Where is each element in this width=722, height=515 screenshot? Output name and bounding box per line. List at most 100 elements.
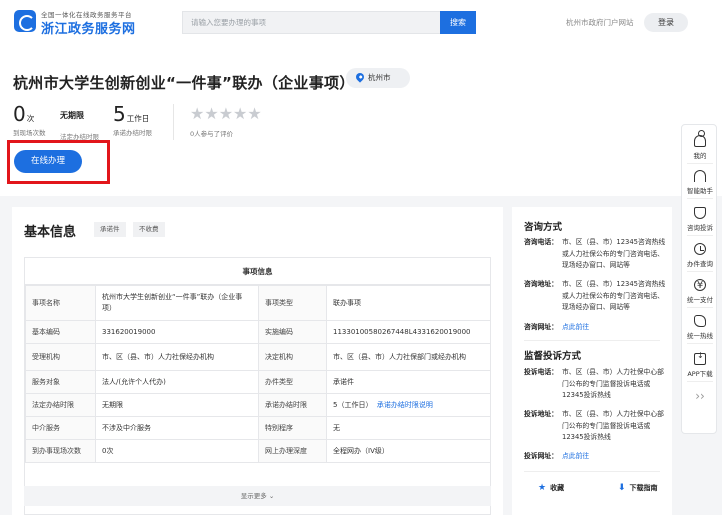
download-guide-label: 下载指南 [629,484,658,492]
download-guide-button[interactable]: ⬇ 下载指南 [618,483,658,493]
shield-icon [694,207,706,219]
table-value: 市、区（县、市）人力社保部门或经办机构 [326,343,491,371]
brand-title[interactable]: 浙江政务服务网 [41,18,136,37]
yen-icon: ¥ [694,279,706,291]
floating-toolbar: 我的 智能助手 咨询投诉 办件查询 ¥ 统一支付 统一热线 APP下载 ›› [681,124,717,434]
field-key: 咨询网址： [524,323,558,331]
table-key: 事项名称 [25,285,96,321]
top-header: 全国一体化在线政务服务平台 浙江政务服务网 请输入您要办理的事项 搜索 杭州市政… [0,0,722,46]
download-icon: ⬇ [618,483,626,493]
float-collapse[interactable]: ›› [682,389,718,403]
table-value: 无 [326,416,491,440]
table-key: 实施编码 [258,320,327,344]
deadline-explain-link[interactable]: 承诺办结时限说明 [377,401,433,409]
field-key: 咨询地址： [524,280,558,288]
star-icon[interactable]: ★ [190,106,204,122]
favorite-label: 收藏 [550,484,565,492]
float-item-hotline[interactable]: 统一热线 [682,315,718,340]
location-tag[interactable]: 杭州市 [346,68,410,88]
star-icon: ★ [538,483,547,493]
search-input[interactable]: 请输入您要办理的事项 [182,11,440,34]
location-label: 杭州市 [368,73,391,82]
table-row: 受理机构 市、区（县、市）人力社保经办机构 决定机构 市、区（县、市）人力社保部… [25,343,491,371]
float-item-app[interactable]: APP下载 [682,351,718,378]
table-row: 到办事现场次数 0次 网上办理深度 全程网办（IV级） [25,439,491,463]
table-key: 法定办结时限 [25,393,96,417]
float-label: 办件查询 [687,260,713,268]
complaint-url-link[interactable]: 点此前往 [562,451,668,463]
consult-phone: 咨询电话： 市、区（县、市）12345咨询热线或人力社保公布的专门咨询电话、现场经… [524,237,670,272]
star-icon[interactable]: ★ [219,106,233,122]
chevron-down-icon: ⌄ [268,492,275,500]
consult-url: 咨询网址： 点此前往 [524,322,670,334]
float-item-query[interactable]: 办件查询 [682,243,718,268]
field-value: 市、区（县、市）12345咨询热线或人力社保公布的专门咨询电话、现场经办窗口、网… [562,280,666,311]
show-more-button[interactable]: 显示更多 ⌄ [24,486,491,506]
float-label: APP下载 [687,370,713,378]
table-key: 特别程序 [258,416,327,440]
headset-icon [694,170,706,182]
stat-legal-limit: 无期限 法定办结时限 [60,102,99,141]
star-icon[interactable]: ★ [247,106,261,122]
table-value: 法人/(允许个人代办) [95,370,259,394]
stat-caption: 承诺办结时限 [113,129,152,137]
table-key: 网上办理深度 [258,439,327,463]
search-button[interactable]: 搜索 [440,11,476,34]
rating-stars[interactable]: ★★★★★ [190,106,262,122]
complaint-url: 投诉网址： 点此前往 [524,451,670,463]
table-value: 5（工作日） 承诺办结时限说明 [326,393,491,417]
stats-divider [173,104,174,140]
page-title: 杭州市大学生创新创业“一件事”联办（企业事项） [13,74,355,92]
float-item-consult[interactable]: 咨询投诉 [682,207,718,232]
info-panel-title: 事项信息 [25,258,490,285]
float-label: 统一热线 [687,332,713,340]
chevron-right-icon: ›› [695,389,705,403]
complaint-phone: 投诉电话： 市、区（县、市）人力社保中心部门公布的专门监督投诉电话或12345投诉… [524,367,670,402]
float-label: 咨询投诉 [687,224,713,232]
table-value: 承诺件 [326,370,491,394]
float-item-pay[interactable]: ¥ 统一支付 [682,279,718,304]
contact-card: 咨询方式 咨询电话： 市、区（县、市）12345咨询热线或人力社保公布的专门咨询电… [512,207,672,515]
portal-link[interactable]: 杭州市政府门户网站 [566,17,634,28]
divider [687,381,713,382]
info-table: 事项名称 杭州市大学生创新创业“一件事”联办（企业事项） 事项类型 联办事项 基… [25,285,491,463]
float-item-assistant[interactable]: 智能助手 [682,170,718,195]
divider [687,271,713,272]
stat-visits: 0次 到现场次数 [13,102,46,137]
download-icon [694,351,706,365]
field-key: 投诉网址： [524,452,558,460]
stat-caption: 到现场次数 [13,129,46,137]
table-value: 无期限 [95,393,259,417]
float-item-my[interactable]: 我的 [682,130,718,160]
login-button[interactable]: 登录 [644,13,688,32]
table-value: 联办事项 [326,285,491,321]
site-logo-icon[interactable] [14,10,36,32]
table-value: 市、区（县、市）人力社保经办机构 [95,343,259,371]
consult-url-link[interactable]: 点此前往 [562,322,668,334]
location-pin-icon [354,71,366,83]
consult-address: 咨询地址： 市、区（县、市）12345咨询热线或人力社保公布的专门咨询电话、现场经… [524,279,670,314]
favorite-button[interactable]: ★ 收藏 [538,483,564,493]
divider [687,163,713,164]
divider [687,307,713,308]
table-value-text: 5（工作日） [333,400,373,409]
star-icon[interactable]: ★ [233,106,247,122]
table-value: 杭州市大学生创新创业“一件事”联办（企业事项） [95,285,259,321]
table-row: 事项名称 杭州市大学生创新创业“一件事”联办（企业事项） 事项类型 联办事项 [25,285,491,321]
star-icon[interactable]: ★ [204,106,218,122]
table-value: 11330100580267448L4331620019000 [326,320,491,344]
divider [687,235,713,236]
divider [524,471,660,472]
field-key: 投诉地址： [524,410,558,418]
section-title: 基本信息 [24,225,77,240]
user-icon [694,130,706,147]
stat-value: 5 [113,102,126,126]
table-value: 全程网办（IV级） [326,439,491,463]
stat-value: 0 [13,102,26,126]
field-value: 市、区（县、市）12345咨询热线或人力社保公布的专门咨询电话、现场经办窗口、网… [562,238,666,269]
float-label: 智能助手 [687,187,713,195]
tag-chip: 不收费 [133,222,165,237]
tag-chip: 承诺件 [94,222,126,237]
table-value: 不涉及中介服务 [95,416,259,440]
stat-promise-limit: 5工作日 承诺办结时限 [113,102,152,137]
